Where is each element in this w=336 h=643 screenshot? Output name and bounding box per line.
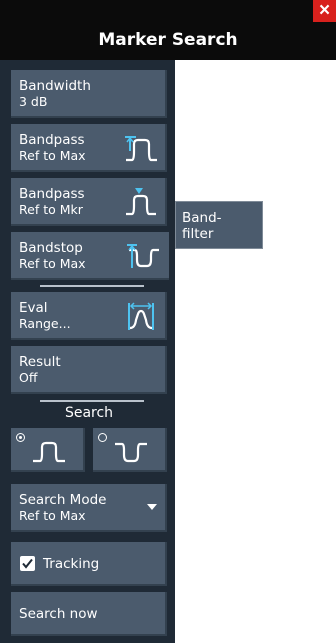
title-bar: Marker Search: [0, 0, 336, 60]
search-mode-value: Ref to Max: [19, 508, 86, 523]
bandfilter-label-line2: filter: [182, 226, 214, 242]
search-bandpass-option[interactable]: [11, 428, 85, 472]
search-mode-label: Search Mode: [19, 492, 107, 508]
bandwidth-label: Bandwidth: [19, 78, 91, 94]
bandpass-shape-icon: [33, 441, 65, 463]
bandpass-ref-max-sublabel: Ref to Max: [19, 148, 86, 163]
result-button[interactable]: Result Off: [11, 346, 167, 394]
tracking-label: Tracking: [43, 556, 100, 572]
result-value: Off: [19, 370, 38, 385]
bandstop-ref-max-icon: [127, 244, 159, 268]
bandpass-ref-max-icon: [125, 136, 157, 162]
result-label: Result: [19, 354, 61, 370]
bandstop-ref-max-sublabel: Ref to Max: [19, 256, 86, 271]
search-section-label: Search: [64, 405, 114, 421]
search-now-label: Search now: [19, 606, 98, 622]
search-now-button[interactable]: Search now: [11, 592, 167, 636]
checkbox-checked-icon[interactable]: [20, 556, 35, 571]
bandpass-ref-mkr-button[interactable]: Bandpass Ref to Mkr: [11, 178, 167, 226]
chevron-down-icon: [147, 504, 157, 510]
separator: [40, 400, 144, 402]
eval-range-icon: [128, 302, 154, 330]
bandpass-ref-mkr-sublabel: Ref to Mkr: [19, 202, 83, 217]
bandstop-ref-max-button[interactable]: Bandstop Ref to Max: [11, 232, 169, 280]
tracking-checkbox[interactable]: Tracking: [11, 542, 167, 586]
bandstop-shape-icon: [115, 442, 147, 463]
bandpass-ref-mkr-label: Bandpass: [19, 186, 85, 202]
bandpass-ref-max-button[interactable]: Bandpass Ref to Max: [11, 124, 167, 172]
radio-selected-icon[interactable]: [16, 433, 25, 442]
eval-range-sublabel: Range...: [19, 316, 71, 331]
eval-range-button[interactable]: Eval Range...: [11, 292, 167, 340]
bandwidth-button[interactable]: Bandwidth 3 dB: [11, 70, 167, 118]
search-mode-dropdown[interactable]: Search Mode Ref to Max: [11, 484, 167, 532]
separator: [40, 285, 144, 287]
checkmark-icon: [22, 558, 33, 569]
bandwidth-value: 3 dB: [19, 94, 48, 109]
eval-range-label: Eval: [19, 300, 48, 316]
radio-unselected-icon[interactable]: [98, 433, 107, 442]
bandpass-ref-max-label: Bandpass: [19, 132, 85, 148]
bandpass-ref-mkr-icon: [126, 188, 156, 216]
dialog-title: Marker Search: [98, 30, 238, 50]
bandfilter-submenu[interactable]: Band- filter: [175, 201, 263, 249]
bandstop-ref-max-label: Bandstop: [19, 240, 83, 256]
bandfilter-label-line1: Band-: [182, 210, 222, 226]
marker-search-panel: Bandwidth 3 dB Bandpass Ref to Max Bandp…: [0, 60, 175, 643]
close-button[interactable]: ×: [313, 0, 336, 22]
search-bandstop-option[interactable]: [93, 428, 167, 472]
